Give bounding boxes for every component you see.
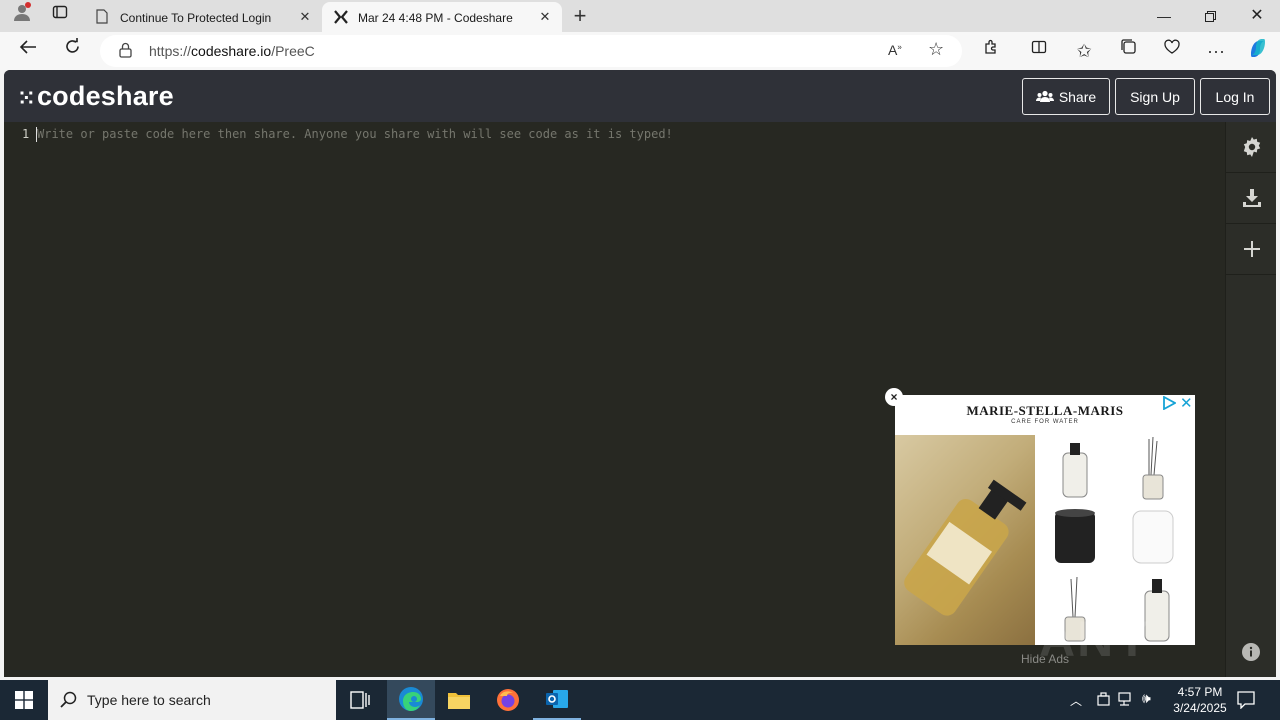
edge-icon <box>399 687 423 711</box>
volume-icon[interactable]: 🕪 <box>1142 690 1151 707</box>
codeshare-favicon-icon <box>333 9 349 28</box>
tab-title: Mar 24 4:48 PM - Codeshare <box>358 11 513 25</box>
codeshare-logo[interactable]: ⁙codeshare <box>18 81 174 112</box>
copilot-icon[interactable] <box>1244 37 1272 65</box>
editor-placeholder: Write or paste code here then share. Any… <box>37 127 673 141</box>
close-window-icon[interactable]: ✕ <box>1234 0 1280 32</box>
more-menu-icon[interactable]: ··· <box>1202 37 1230 65</box>
tab-actions-icon[interactable] <box>46 2 74 30</box>
network-icon[interactable] <box>1118 692 1135 712</box>
page-icon <box>96 9 108 27</box>
ad-product-photo <box>895 435 1035 645</box>
new-tab-icon[interactable]: + <box>566 2 594 30</box>
favorites-icon[interactable]: ✩ <box>1070 37 1098 65</box>
refresh-icon[interactable] <box>58 37 86 65</box>
task-view-icon <box>350 691 370 709</box>
system-clock[interactable]: 4:57 PM 3/24/2025 <box>1160 684 1240 716</box>
share-button[interactable]: Share <box>1022 78 1110 115</box>
collections-icon[interactable] <box>1114 37 1142 65</box>
removable-drive-icon[interactable] <box>1096 692 1111 712</box>
address-bar[interactable]: https://codeshare.io/PreeC A» ☆ <box>100 35 962 67</box>
taskbar-edge[interactable] <box>387 680 435 720</box>
extensions-icon[interactable] <box>977 37 1005 65</box>
taskbar-firefox[interactable] <box>484 680 532 720</box>
anyrun-watermark: ANY RUN <box>1039 611 1151 677</box>
browser-tab-bar: Continue To Protected Login ✕ Mar 24 4:4… <box>0 0 1280 32</box>
codeshare-page: ⁙codeshare Share Sign Up Log In 1 Write … <box>4 70 1276 677</box>
back-icon[interactable] <box>14 37 42 65</box>
firefox-icon <box>497 689 519 711</box>
search-icon <box>60 691 77 713</box>
clock-date: 3/24/2025 <box>1173 701 1227 715</box>
url-text: https://codeshare.io/PreeC <box>149 43 315 59</box>
favorite-star-icon[interactable]: ☆ <box>928 39 944 60</box>
ad-tagline: CARE FOR WATER <box>1011 419 1079 425</box>
users-icon <box>1035 90 1054 102</box>
taskbar-file-explorer[interactable] <box>435 680 483 720</box>
download-button[interactable] <box>1226 173 1276 224</box>
settings-button[interactable] <box>1226 122 1276 173</box>
browser-essentials-icon[interactable] <box>1158 37 1186 65</box>
logo-mark-icon: ⁙ <box>18 88 35 110</box>
clock-time: 4:57 PM <box>1177 685 1223 699</box>
split-screen-icon[interactable] <box>1025 37 1053 65</box>
read-aloud-icon[interactable]: A» <box>888 42 902 58</box>
ad-close-button[interactable]: × <box>885 388 903 406</box>
notifications-icon[interactable] <box>1237 691 1255 714</box>
close-tab-icon[interactable]: ✕ <box>536 8 554 26</box>
sign-up-button[interactable]: Sign Up <box>1115 78 1195 115</box>
new-codeshare-button[interactable] <box>1226 224 1276 275</box>
task-view-button[interactable] <box>336 680 384 720</box>
outlook-icon <box>546 690 568 708</box>
search-placeholder: Type here to search <box>87 692 211 708</box>
profile-icon[interactable] <box>8 2 36 30</box>
advertisement[interactable]: MARIE-STELLA-MARIS CARE FOR WATER ✕ <box>895 395 1195 645</box>
codeshare-header: ⁙codeshare Share Sign Up Log In <box>4 70 1276 122</box>
tab-title: Continue To Protected Login <box>120 11 272 25</box>
minimize-icon[interactable]: — <box>1141 0 1187 32</box>
taskbar-outlook[interactable] <box>533 680 581 720</box>
windows-taskbar: Type here to search ︿ 🕪 4:57 PM 3/24/202… <box>0 680 1280 720</box>
folder-icon <box>448 693 470 709</box>
line-number: 1 <box>22 127 30 141</box>
ad-choices-icon[interactable] <box>1162 395 1177 415</box>
lock-icon[interactable] <box>119 42 132 63</box>
taskbar-search-box[interactable]: Type here to search <box>48 680 336 720</box>
show-hidden-icons-icon[interactable]: ︿ <box>1070 692 1082 709</box>
ad-close-x-icon[interactable]: ✕ <box>1180 394 1193 412</box>
browser-toolbar: https://codeshare.io/PreeC A» ☆ ✩ ··· <box>0 32 1280 70</box>
tab-codeshare[interactable]: Mar 24 4:48 PM - Codeshare ✕ <box>322 2 562 32</box>
plus-icon <box>1243 241 1260 257</box>
gear-icon <box>1243 137 1260 157</box>
start-button[interactable] <box>0 680 48 720</box>
editor-sidebar <box>1225 122 1276 677</box>
windows-logo-icon <box>15 691 33 709</box>
close-tab-icon[interactable]: ✕ <box>296 8 314 26</box>
log-in-button[interactable]: Log In <box>1200 78 1270 115</box>
ad-brand: MARIE-STELLA-MARIS <box>966 403 1124 418</box>
download-icon <box>1242 189 1261 207</box>
tab-protected-login[interactable]: Continue To Protected Login ✕ <box>84 2 322 32</box>
restore-icon[interactable] <box>1187 0 1233 32</box>
